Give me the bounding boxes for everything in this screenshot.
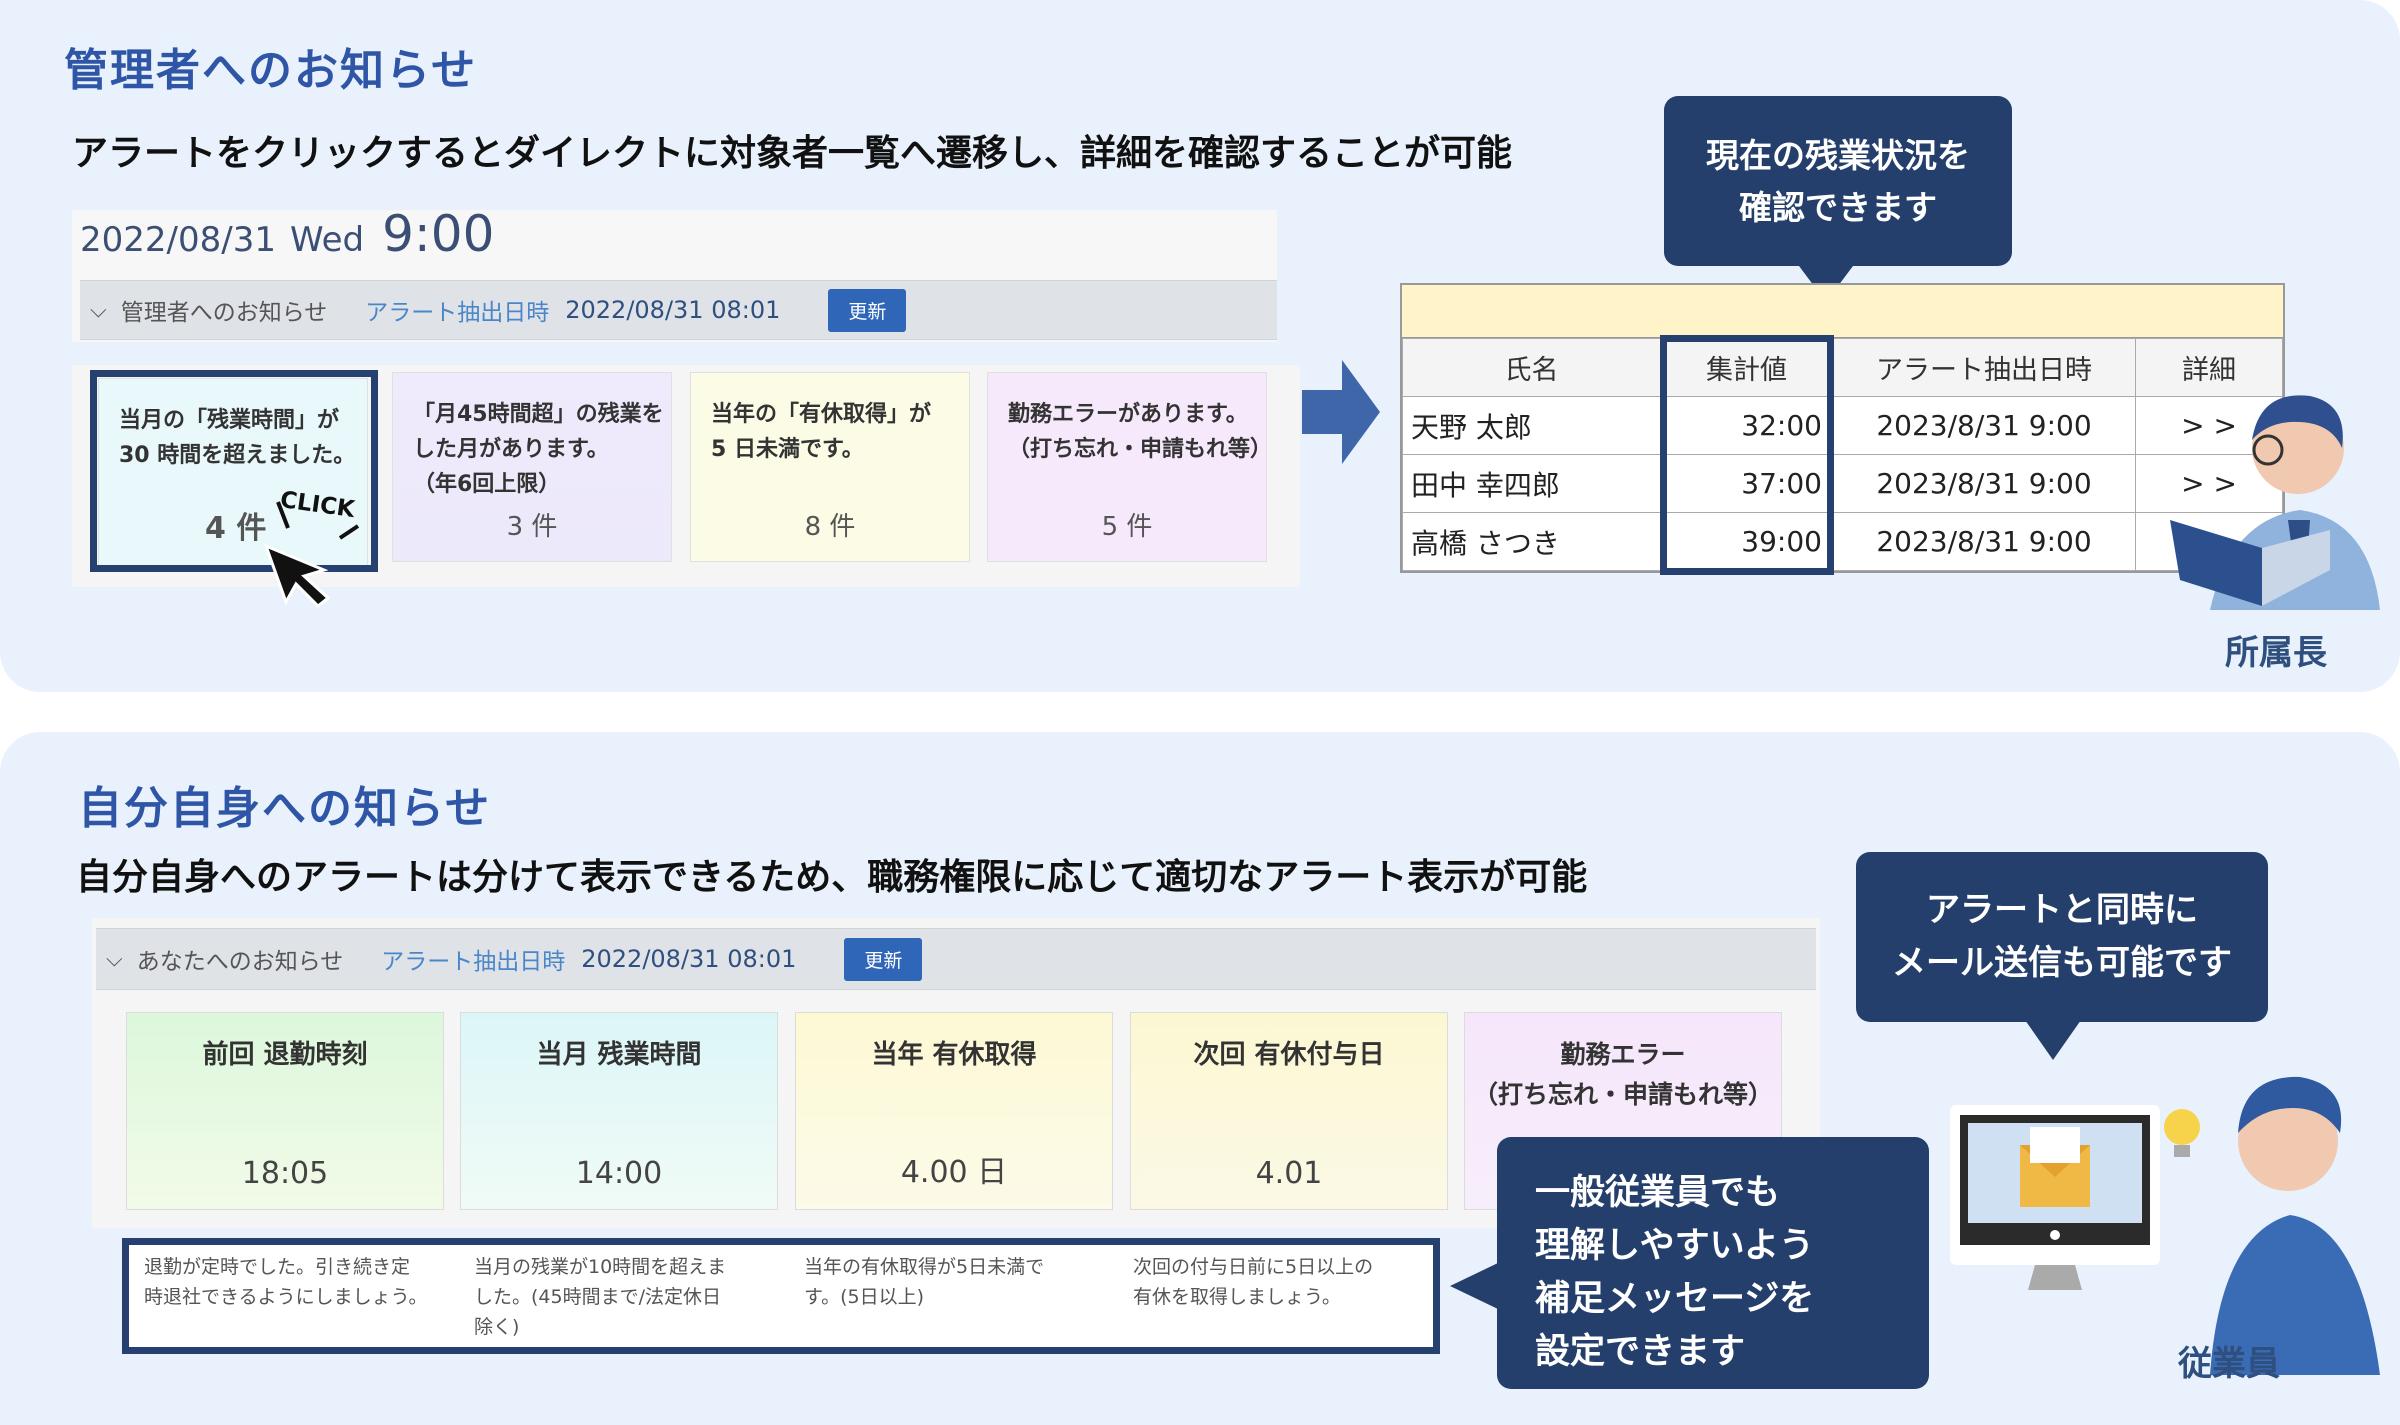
row-name: 田中 幸四郎: [1402, 454, 1661, 513]
callout-overtime-status: 現在の残業状況を 確認できます: [1664, 96, 2012, 266]
row-date: 2023/8/31 9:00: [1832, 396, 2136, 455]
self-notice-label: あなたへのお知らせ: [136, 949, 344, 975]
callout-line: 確認できます: [1739, 188, 1937, 227]
arrow-right-icon: [1302, 360, 1380, 464]
table-row[interactable]: 高橋 さつき 39:00 2023/8/31 9:00: [1402, 512, 2283, 571]
current-date: 2022/08/31: [80, 220, 276, 260]
alert-card-count: 5 件: [1101, 512, 1153, 542]
alert-extract-label: アラート抽出日時: [381, 949, 566, 975]
table-banner: [1402, 285, 2283, 338]
admin-section-subtitle: アラートをクリックするとダイレクトに対象者一覧へ遷移し、詳細を確認することが可能: [72, 133, 1513, 174]
update-button[interactable]: 更新: [844, 937, 923, 981]
card-annual-leave[interactable]: 当年 有休取得 4.00 日: [795, 1012, 1113, 1210]
callout-mail-send: アラートと同時に メール送信も可能です: [1856, 852, 2268, 1022]
overtime-table: 氏名 集計値 アラート抽出日時 詳細 天野 太郎 32:00 2023/8/31…: [1400, 283, 2285, 573]
admin-notice-bar: ⌵ 管理者へのお知らせ アラート抽出日時 2022/08/31 08:01 更新: [80, 280, 1277, 340]
callout-line: 理解しやすいよう: [1535, 1226, 1814, 1266]
callout-line: 補足メッセージを: [1535, 1279, 1815, 1319]
alert-card-text: 「月45時間超」の残業を した月があります。 （年6回上限）: [413, 402, 664, 497]
callout-tail: [2025, 1020, 2081, 1060]
col-date-header: アラート抽出日時: [1832, 338, 2136, 397]
card-title: 前回 退勤時刻: [202, 1040, 368, 1070]
message-next-grant: 次回の付与日前に5日以上の 有休を取得しましょう。: [1133, 1256, 1374, 1308]
callout-tail: [1450, 1262, 1500, 1310]
table-row[interactable]: 田中 幸四郎 37:00 2023/8/31 9:00 > >: [1402, 454, 2283, 513]
alert-extract-label: アラート抽出日時: [365, 300, 550, 326]
card-monthly-overtime[interactable]: 当月 残業時間 14:00: [460, 1012, 778, 1210]
alert-card-text: 勤務エラーがあります。 （打ち忘れ・申請もれ等）: [1008, 402, 1273, 462]
self-notice-bar: ⌵ あなたへのお知らせ アラート抽出日時 2022/08/31 08:01 更新: [96, 928, 1816, 990]
callout-line: メール送信も可能です: [1892, 943, 2232, 983]
alert-card-count: 8 件: [804, 512, 856, 542]
card-value: 4.01: [1255, 1156, 1323, 1191]
alert-extract-date: 2022/08/31 08:01: [565, 296, 781, 324]
callout-line: 設定できます: [1535, 1332, 1746, 1372]
value-column-highlight: [1660, 335, 1834, 575]
card-last-clock-out[interactable]: 前回 退勤時刻 18:05: [126, 1012, 444, 1210]
card-title: 当年 有休取得: [871, 1040, 1037, 1070]
card-title: 当月 残業時間: [536, 1040, 702, 1070]
alert-card-monthly-45h[interactable]: 「月45時間超」の残業を した月があります。 （年6回上限） 3 件: [392, 372, 672, 562]
manager-illustration: [2170, 395, 2380, 610]
manager-label: 所属長: [2225, 633, 2327, 673]
card-value: 14:00: [575, 1156, 663, 1191]
table-row[interactable]: 天野 太郎 32:00 2023/8/31 9:00 > >: [1402, 396, 2283, 455]
callout-line: 現在の残業状況を: [1706, 136, 1970, 175]
row-date: 2023/8/31 9:00: [1832, 454, 2136, 513]
card-value: 4.00 日: [900, 1155, 1008, 1190]
current-day: Wed: [289, 220, 365, 260]
alert-card-count: 3 件: [506, 512, 558, 542]
col-name-header: 氏名: [1402, 338, 1661, 397]
row-date: 2023/8/31 9:00: [1832, 512, 2136, 571]
row-name: 高橋 さつき: [1402, 512, 1661, 571]
chevron-down-icon[interactable]: ⌵: [90, 298, 107, 323]
admin-notice-label: 管理者へのお知らせ: [120, 300, 328, 326]
employee-illustration: [2210, 1076, 2380, 1375]
callout-supplement-message: 一般従業員でも 理解しやすいよう 補足メッセージを 設定できます: [1497, 1137, 1929, 1389]
mouse-cursor-icon: [263, 501, 360, 608]
update-button[interactable]: 更新: [828, 288, 907, 332]
current-time: 9:00: [382, 205, 495, 263]
message-overtime: 当月の残業が10時間を超えま した。(45時間まで/法定休日 除く): [474, 1256, 727, 1338]
row-name: 天野 太郎: [1402, 396, 1661, 455]
alert-card-work-error[interactable]: 勤務エラーがあります。 （打ち忘れ・申請もれ等） 5 件: [987, 372, 1273, 562]
card-next-leave-grant[interactable]: 次回 有休付与日 4.01: [1130, 1012, 1448, 1210]
chevron-down-icon[interactable]: ⌵: [106, 947, 123, 972]
callout-line: 一般従業員でも: [1535, 1173, 1781, 1213]
alert-card-paid-leave[interactable]: 当年の「有休取得」が 5 日未満です。 8 件: [690, 372, 970, 562]
employee-label: 従業員: [2178, 1344, 2280, 1384]
self-section-subtitle: 自分自身へのアラートは分けて表示できるため、職務権限に応じて適切なアラート表示が…: [76, 857, 1588, 898]
alert-extract-date: 2022/08/31 08:01: [581, 945, 797, 973]
card-value: 18:05: [241, 1156, 329, 1191]
message-leave: 当年の有休取得が5日未満で す。(5日以上): [804, 1256, 1045, 1308]
admin-section-title: 管理者へのお知らせ: [64, 45, 478, 96]
table-header-row: 氏名 集計値 アラート抽出日時 詳細: [1402, 338, 2283, 397]
callout-line: アラートと同時に: [1926, 890, 2198, 930]
current-datetime: 2022/08/31 Wed 9:00: [80, 205, 494, 263]
message-clock-out: 退勤が定時でした。引き続き定 時退社できるようにしましょう。: [144, 1256, 428, 1308]
self-section-title: 自分自身への知らせ: [78, 783, 492, 834]
card-title: 次回 有休付与日: [1193, 1040, 1385, 1070]
alert-card-text: 当年の「有休取得」が 5 日未満です。: [711, 402, 932, 462]
card-title: 勤務エラー （打ち忘れ・申請もれ等）: [1472, 1040, 1773, 1109]
